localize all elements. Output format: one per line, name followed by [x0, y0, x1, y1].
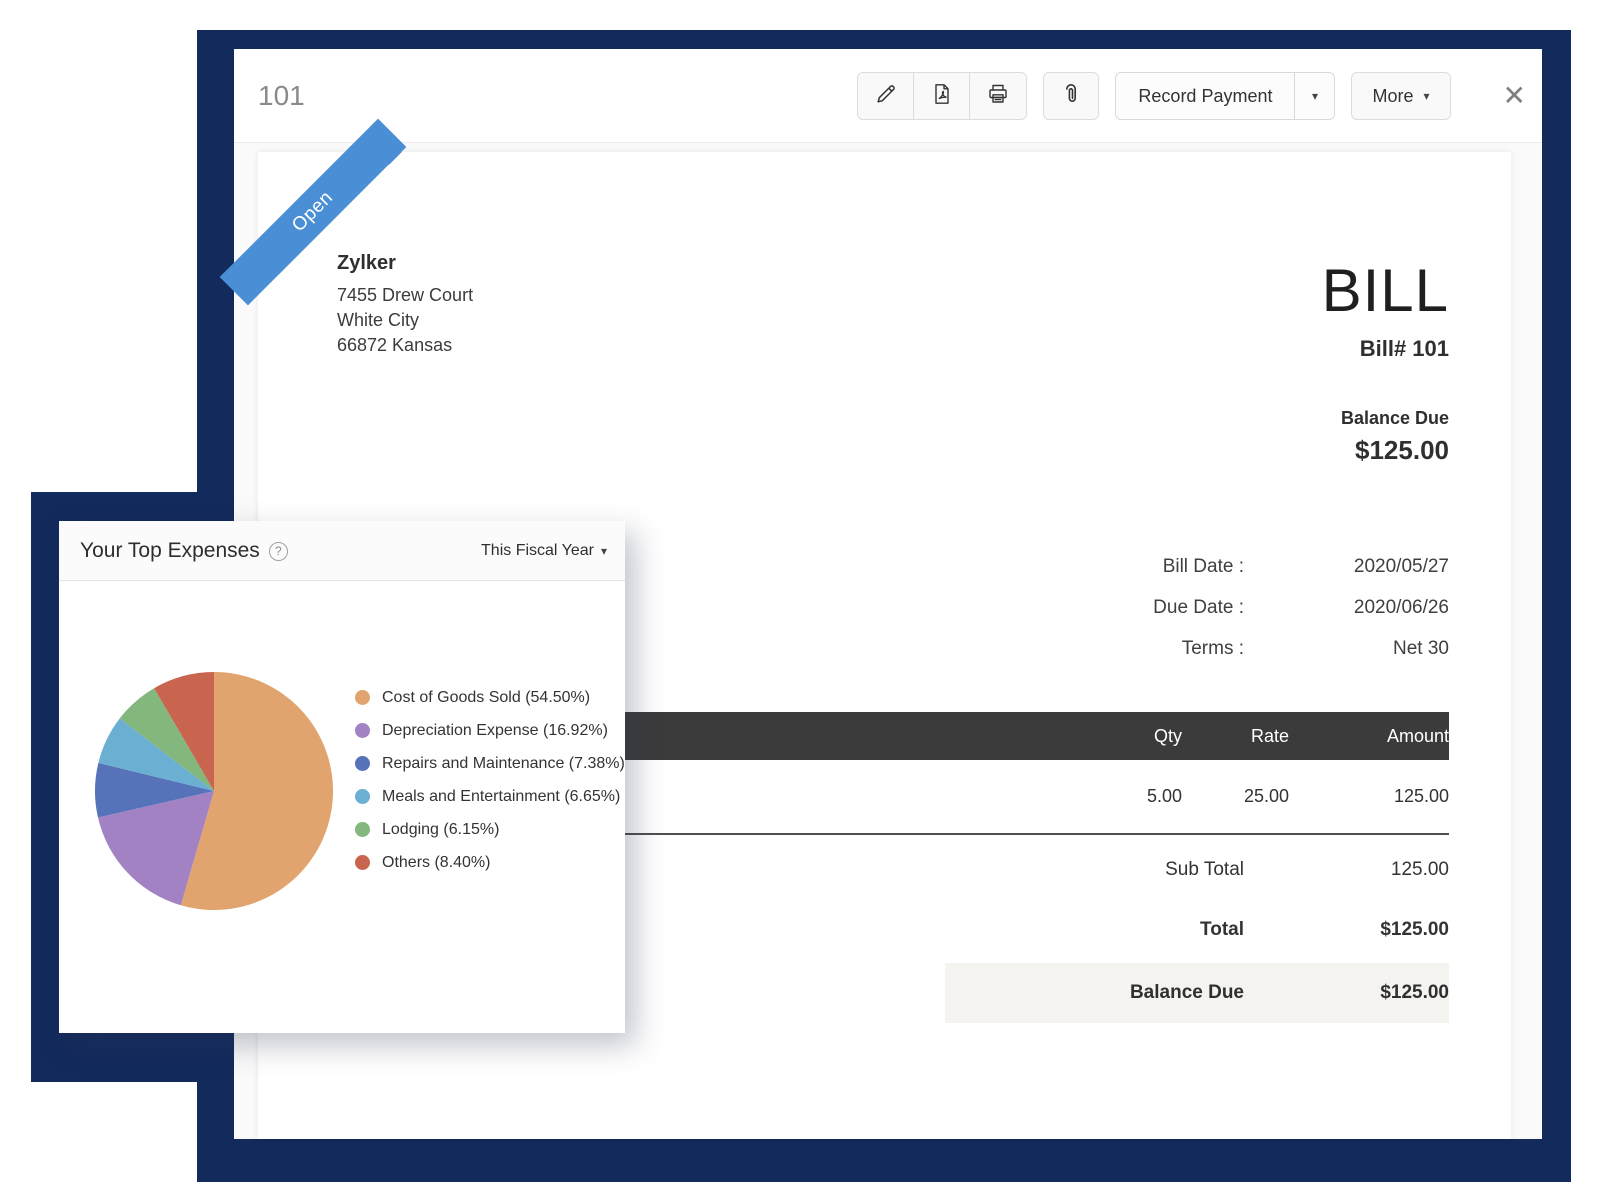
widget-header: Your Top Expenses ? This Fiscal Year ▾: [59, 521, 625, 581]
meta-label: Due Date :: [1153, 597, 1244, 619]
legend-item: Others (8.40%): [355, 846, 625, 879]
print-button[interactable]: [970, 73, 1026, 119]
column-header-amount: Amount: [1289, 726, 1449, 747]
vendor-address-line: White City: [337, 308, 473, 333]
bill-meta: Bill Date : 2020/05/27 Due Date : 2020/0…: [1153, 556, 1449, 679]
column-header-rate: Rate: [1182, 726, 1289, 747]
legend-dot: [355, 855, 370, 870]
balance-due-row: Balance Due $125.00: [945, 963, 1449, 1023]
paperclip-icon: [1059, 82, 1083, 111]
printer-icon: [986, 82, 1010, 111]
legend-dot: [355, 723, 370, 738]
cell-amount: 125.00: [1289, 786, 1449, 807]
page: 101: [0, 0, 1600, 1200]
balance-due-label: Balance Due: [1322, 408, 1449, 429]
legend-item: Depreciation Expense (16.92%): [355, 714, 625, 747]
record-payment-button[interactable]: Record Payment: [1116, 73, 1294, 119]
legend-item: Repairs and Maintenance (7.38%): [355, 747, 625, 780]
period-selector[interactable]: This Fiscal Year ▾: [481, 521, 607, 581]
expenses-pie-chart: [92, 669, 336, 913]
legend-label: Meals and Entertainment (6.65%): [382, 788, 620, 806]
meta-value: 2020/06/26: [1244, 597, 1449, 619]
widget-title-row: Your Top Expenses ?: [80, 521, 288, 581]
legend-label: Others (8.40%): [382, 854, 490, 872]
meta-label: Terms :: [1182, 638, 1244, 660]
vendor-address-block: Zylker 7455 Drew Court White City 66872 …: [337, 252, 473, 358]
legend-dot: [355, 822, 370, 837]
window-header: 101: [234, 49, 1542, 143]
column-header-qty: Qty: [1082, 726, 1182, 747]
balance-due-amount: $125.00: [1322, 435, 1449, 466]
document-title: BILL: [1322, 260, 1449, 322]
meta-value: 2020/05/27: [1244, 556, 1449, 578]
pdf-file-icon: [930, 82, 954, 111]
legend-dot: [355, 756, 370, 771]
chevron-down-icon: ▾: [1312, 90, 1318, 102]
meta-row-due-date: Due Date : 2020/06/26: [1153, 597, 1449, 619]
attachments-button[interactable]: [1043, 72, 1099, 120]
record-payment-dropdown[interactable]: ▾: [1294, 73, 1334, 119]
legend-label: Cost of Goods Sold (54.50%): [382, 689, 590, 707]
pie-chart-svg: [92, 669, 336, 913]
legend-label: Depreciation Expense (16.92%): [382, 722, 608, 740]
legend-item: Cost of Goods Sold (54.50%): [355, 681, 625, 714]
total-label: Total: [1200, 919, 1244, 941]
help-icon[interactable]: ?: [269, 542, 288, 561]
meta-row-terms: Terms : Net 30: [1153, 638, 1449, 660]
balance-row-label: Balance Due: [1130, 982, 1244, 1004]
close-icon[interactable]: ✕: [1503, 82, 1526, 110]
legend-label: Repairs and Maintenance (7.38%): [382, 755, 625, 773]
pencil-icon: [874, 82, 898, 111]
meta-row-bill-date: Bill Date : 2020/05/27: [1153, 556, 1449, 578]
legend-dot: [355, 789, 370, 804]
meta-value: Net 30: [1244, 638, 1449, 660]
document-action-group: [857, 72, 1027, 120]
edit-button[interactable]: [858, 73, 914, 119]
subtotal-value: 125.00: [1244, 859, 1449, 881]
chevron-down-icon: ▾: [601, 545, 607, 557]
legend-label: Lodging (6.15%): [382, 821, 499, 839]
record-payment-split-button: Record Payment ▾: [1115, 72, 1335, 120]
period-label: This Fiscal Year: [481, 542, 594, 560]
cell-qty: 5.00: [1082, 786, 1182, 807]
legend-item: Lodging (6.15%): [355, 813, 625, 846]
vendor-name: Zylker: [337, 252, 473, 275]
pie-legend: Cost of Goods Sold (54.50%) Depreciation…: [355, 681, 625, 879]
balance-row-value: $125.00: [1244, 982, 1449, 1004]
bill-number: Bill# 101: [1322, 336, 1449, 362]
vendor-address-line: 7455 Drew Court: [337, 283, 473, 308]
total-value: $125.00: [1244, 919, 1449, 941]
legend-item: Meals and Entertainment (6.65%): [355, 780, 625, 813]
subtotal-label: Sub Total: [1165, 859, 1244, 881]
chevron-down-icon: ▾: [1424, 90, 1430, 102]
top-expenses-widget: Your Top Expenses ? This Fiscal Year ▾ C…: [59, 521, 625, 1033]
bill-header-block: BILL Bill# 101 Balance Due $125.00: [1322, 260, 1449, 466]
legend-dot: [355, 690, 370, 705]
more-label: More: [1372, 86, 1413, 107]
vendor-address-line: 66872 Kansas: [337, 333, 473, 358]
cell-rate: 25.00: [1182, 786, 1289, 807]
export-pdf-button[interactable]: [914, 73, 970, 119]
toolbar: Record Payment ▾ More ▾ ✕: [857, 49, 1526, 143]
page-title: 101: [258, 49, 305, 143]
meta-label: Bill Date :: [1163, 556, 1244, 578]
widget-title: Your Top Expenses: [80, 539, 260, 563]
more-button[interactable]: More ▾: [1351, 72, 1450, 120]
